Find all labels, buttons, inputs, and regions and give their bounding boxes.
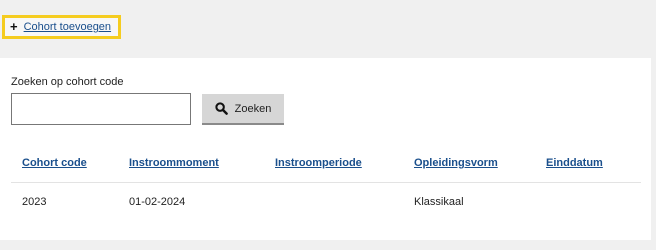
cell-opleidingsvorm: Klassikaal	[414, 196, 464, 208]
search-label: Zoeken op cohort code	[11, 76, 124, 88]
table-row[interactable]: 2023 01-02-2024 Klassikaal	[11, 183, 641, 218]
search-icon	[215, 102, 228, 115]
add-cohort-highlight: + Cohort toevoegen	[2, 15, 121, 39]
search-input[interactable]	[11, 93, 191, 125]
search-button[interactable]: Zoeken	[202, 94, 284, 125]
column-header-instroommoment[interactable]: Instroommoment	[129, 157, 219, 169]
cohort-table: Cohort code Instroommoment Instroomperio…	[11, 154, 641, 218]
column-header-instroomperiode[interactable]: Instroomperiode	[275, 157, 362, 169]
search-panel: Zoeken op cohort code Zoeken Cohort code…	[0, 58, 651, 240]
column-header-cohort-code[interactable]: Cohort code	[22, 157, 87, 169]
search-button-label: Zoeken	[234, 102, 272, 115]
cell-cohort-code: 2023	[22, 196, 47, 208]
column-header-einddatum[interactable]: Einddatum	[546, 157, 603, 169]
cell-instroommoment: 01-02-2024	[129, 196, 186, 208]
add-cohort-link[interactable]: Cohort toevoegen	[24, 21, 111, 33]
plus-icon: +	[10, 18, 18, 34]
column-header-opleidingsvorm[interactable]: Opleidingsvorm	[414, 157, 498, 169]
table-header: Cohort code Instroommoment Instroomperio…	[11, 154, 641, 183]
